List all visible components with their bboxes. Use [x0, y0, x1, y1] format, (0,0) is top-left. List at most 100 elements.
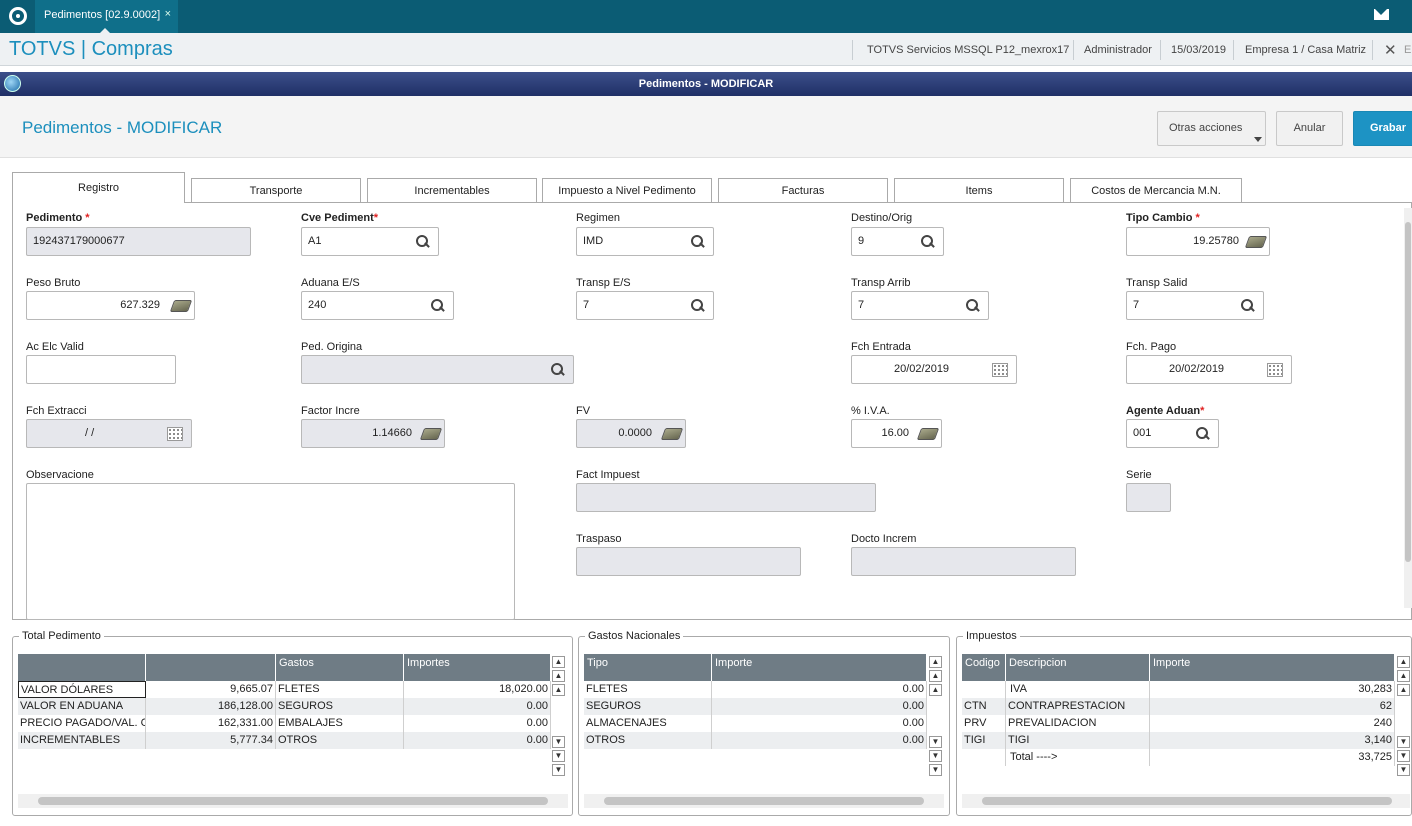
- cell[interactable]: [962, 681, 1006, 698]
- destino-orig-field[interactable]: 9: [851, 227, 944, 256]
- cell[interactable]: SEGUROS: [276, 698, 404, 715]
- search-icon[interactable]: [551, 363, 565, 377]
- cell[interactable]: 5,777.34: [146, 732, 276, 749]
- table-row[interactable]: VALOR DÓLARES 9,665.07 FLETES 18,020.00: [18, 681, 551, 698]
- cell[interactable]: 162,331.00: [146, 715, 276, 732]
- cell[interactable]: 62: [1150, 698, 1395, 715]
- cell[interactable]: 30,283: [1150, 681, 1395, 698]
- cell[interactable]: PRV: [962, 715, 1006, 732]
- cell[interactable]: TIGI: [1006, 732, 1150, 749]
- docto-increm-field[interactable]: [851, 547, 1076, 576]
- column-header[interactable]: Codigo: [962, 654, 1006, 681]
- scroll-up-icon[interactable]: ▲: [1397, 684, 1410, 696]
- cell[interactable]: CONTRAPRESTACION: [1006, 698, 1150, 715]
- search-icon[interactable]: [691, 235, 705, 249]
- cell[interactable]: 0.00: [712, 732, 927, 749]
- column-header[interactable]: [146, 654, 276, 681]
- totvs-logo-icon[interactable]: [9, 7, 27, 25]
- tab-costos-mercancia[interactable]: Costos de Mercancia M.N.: [1070, 178, 1242, 202]
- traspaso-field[interactable]: [576, 547, 801, 576]
- scrollbar-thumb[interactable]: [982, 797, 1392, 805]
- fch-pago-field[interactable]: 20/02/2019: [1126, 355, 1292, 384]
- cell[interactable]: 186,128.00: [146, 698, 276, 715]
- cell[interactable]: 0.00: [712, 715, 927, 732]
- fch-extracci-field[interactable]: / /: [26, 419, 192, 448]
- scrollbar-thumb[interactable]: [1405, 222, 1411, 562]
- impuestos-grid[interactable]: Codigo Descripcion Importe IVA 30,283 CT…: [962, 654, 1395, 767]
- search-icon[interactable]: [1196, 427, 1210, 441]
- tab-items[interactable]: Items: [894, 178, 1064, 202]
- serie-field[interactable]: [1126, 483, 1171, 512]
- cell[interactable]: 0.00: [404, 698, 551, 715]
- scroll-page-down-icon[interactable]: ▼: [552, 750, 565, 762]
- cell[interactable]: 18,020.00: [404, 681, 551, 698]
- cell[interactable]: 3,140: [1150, 732, 1395, 749]
- table-row[interactable]: OTROS 0.00: [584, 732, 927, 749]
- fact-impuest-field[interactable]: [576, 483, 876, 512]
- table-row[interactable]: VALOR EN ADUANA 186,128.00 SEGUROS 0.00: [18, 698, 551, 715]
- search-icon[interactable]: [1241, 299, 1255, 313]
- money-icon[interactable]: [660, 428, 684, 440]
- regimen-field[interactable]: IMD: [576, 227, 714, 256]
- cell[interactable]: TIGI: [962, 732, 1006, 749]
- total-pedimento-grid[interactable]: Gastos Importes VALOR DÓLARES 9,665.07 F…: [18, 654, 551, 750]
- cell[interactable]: VALOR EN ADUANA: [18, 698, 146, 715]
- table-row[interactable]: SEGUROS 0.00: [584, 698, 927, 715]
- scroll-page-up-icon[interactable]: ▲: [929, 670, 942, 682]
- tab-close-icon[interactable]: ×: [165, 8, 171, 20]
- exit-label[interactable]: E: [1404, 44, 1411, 56]
- observacione-textarea[interactable]: [26, 483, 515, 620]
- table-row[interactable]: PRV PREVALIDACION 240: [962, 715, 1395, 732]
- factor-incre-field[interactable]: 1.14660: [301, 419, 445, 448]
- scroll-page-down-icon[interactable]: ▼: [929, 750, 942, 762]
- calendar-icon[interactable]: [1267, 363, 1283, 377]
- search-icon[interactable]: [691, 299, 705, 313]
- tab-facturas[interactable]: Facturas: [718, 178, 888, 202]
- cell[interactable]: 33,725: [1150, 749, 1395, 766]
- transp-es-field[interactable]: 7: [576, 291, 714, 320]
- scroll-down-icon[interactable]: ▼: [1397, 736, 1410, 748]
- transp-salid-field[interactable]: 7: [1126, 291, 1264, 320]
- anular-button[interactable]: Anular: [1276, 111, 1343, 146]
- table-row[interactable]: IVA 30,283: [962, 681, 1395, 698]
- scrollbar-thumb[interactable]: [38, 797, 548, 805]
- cve-pediment-field[interactable]: A1: [301, 227, 439, 256]
- iva-field[interactable]: 16.00: [851, 419, 942, 448]
- table-row[interactable]: TIGI TIGI 3,140: [962, 732, 1395, 749]
- scroll-bottom-icon[interactable]: ▼: [552, 764, 565, 776]
- cell[interactable]: VALOR DÓLARES: [18, 681, 146, 698]
- otras-acciones-button[interactable]: Otras acciones: [1157, 111, 1266, 146]
- column-header[interactable]: Importe: [1150, 654, 1395, 681]
- scroll-top-icon[interactable]: ▲: [929, 656, 942, 668]
- cell[interactable]: 9,665.07: [146, 681, 276, 698]
- tab-incrementables[interactable]: Incrementables: [367, 178, 537, 202]
- table-row[interactable]: ALMACENAJES 0.00: [584, 715, 927, 732]
- scroll-down-icon[interactable]: ▼: [929, 736, 942, 748]
- cell[interactable]: INCREMENTABLES: [18, 732, 146, 749]
- table-row[interactable]: PRECIO PAGADO/VAL. C( 162,331.00 EMBALAJ…: [18, 715, 551, 732]
- cell[interactable]: ALMACENAJES: [584, 715, 712, 732]
- scroll-bottom-icon[interactable]: ▼: [1397, 764, 1410, 776]
- table-row[interactable]: INCREMENTABLES 5,777.34 OTROS 0.00: [18, 732, 551, 749]
- column-header[interactable]: Tipo: [584, 654, 712, 681]
- column-header[interactable]: [18, 654, 146, 681]
- cell[interactable]: EMBALAJES: [276, 715, 404, 732]
- cell[interactable]: 240: [1150, 715, 1395, 732]
- money-icon[interactable]: [419, 428, 443, 440]
- tipo-cambio-field[interactable]: 19.25780: [1126, 227, 1270, 256]
- money-icon[interactable]: [169, 300, 193, 312]
- agente-aduan-field[interactable]: 001: [1126, 419, 1219, 448]
- scroll-page-up-icon[interactable]: ▲: [552, 670, 565, 682]
- gastos-nacionales-grid[interactable]: Tipo Importe FLETES 0.00 SEGUROS 0.00 AL…: [584, 654, 927, 750]
- cell[interactable]: [962, 749, 1006, 766]
- scroll-up-icon[interactable]: ▲: [929, 684, 942, 696]
- tab-transporte[interactable]: Transporte: [191, 178, 361, 202]
- cell[interactable]: 0.00: [404, 732, 551, 749]
- search-icon[interactable]: [431, 299, 445, 313]
- pedimento-field[interactable]: 192437179000677: [26, 227, 251, 256]
- scroll-bottom-icon[interactable]: ▼: [929, 764, 942, 776]
- ac-elc-valid-field[interactable]: [26, 355, 176, 384]
- table-row[interactable]: FLETES 0.00: [584, 681, 927, 698]
- scroll-page-down-icon[interactable]: ▼: [1397, 750, 1410, 762]
- scrollbar-thumb[interactable]: [604, 797, 924, 805]
